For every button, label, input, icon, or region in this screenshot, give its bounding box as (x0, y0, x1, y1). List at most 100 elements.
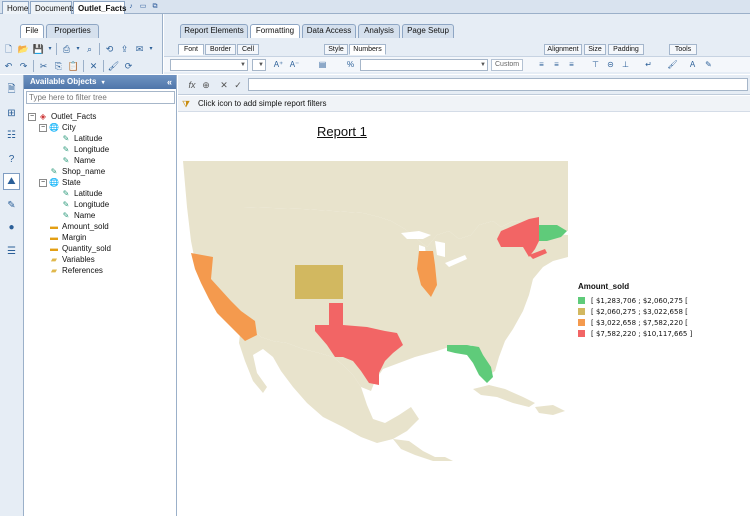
create-variable-icon[interactable]: ⊕ (200, 79, 212, 91)
copy-icon[interactable]: ⎘ (52, 60, 65, 73)
subtab-style[interactable]: Style (324, 44, 348, 55)
tab-file[interactable]: File (20, 24, 44, 38)
tree-node-outlet-facts[interactable]: − ◈ Outlet_Facts (28, 111, 96, 122)
web-service-icon[interactable]: ? (3, 151, 20, 168)
collapse-toggle-icon[interactable]: − (28, 112, 36, 121)
wrap-text-icon[interactable]: ↵ (642, 59, 655, 71)
style-picker-icon[interactable]: ▤ (316, 59, 329, 71)
font-family-select[interactable]: ▼ (170, 59, 248, 71)
validate-formula-icon[interactable]: ✓ (232, 79, 244, 91)
align-bottom-icon[interactable]: ⊥ (619, 59, 632, 71)
pin-icon[interactable]: ♪ (127, 3, 135, 11)
tab-home[interactable]: Home (2, 1, 29, 14)
report-title[interactable]: Report 1 (317, 124, 367, 139)
format-painter-icon[interactable]: 🖌 (107, 60, 120, 73)
input-controls-icon[interactable]: ☷ (3, 127, 20, 144)
panel-dropdown-icon[interactable]: ▾ (102, 80, 105, 86)
tree-node-margin[interactable]: ▬ Margin (49, 232, 86, 243)
cancel-formula-icon[interactable]: ✕ (218, 79, 230, 91)
find-icon[interactable]: ⌕ (83, 43, 96, 56)
custom-format-button[interactable]: Custom (491, 59, 524, 71)
open-icon[interactable]: 📂 (17, 43, 30, 56)
tree-node-references[interactable]: ▰ References (49, 265, 103, 276)
format-painter-icon[interactable]: 🖌 (666, 59, 679, 71)
track-changes-icon[interactable]: ⟲ (103, 43, 116, 56)
collapse-toggle-icon[interactable]: − (39, 178, 47, 187)
email-dropdown-icon[interactable]: ▾ (148, 43, 154, 56)
tab-properties[interactable]: Properties (46, 24, 99, 38)
add-filter-icon[interactable]: ⧩ (182, 98, 194, 110)
print-dropdown-icon[interactable]: ▾ (75, 43, 81, 56)
subtab-size[interactable]: Size (584, 44, 606, 55)
tab-data-access[interactable]: Data Access (302, 24, 356, 38)
tab-page-setup[interactable]: Page Setup (402, 24, 454, 38)
tree-node-state[interactable]: − 🌐 State (39, 177, 81, 188)
tree-label: Shop_name (62, 167, 106, 176)
tree-node-city-latitude[interactable]: ✎ Latitude (61, 133, 103, 144)
increase-font-icon[interactable]: A⁺ (272, 59, 285, 71)
new-document-icon[interactable]: 🗋 (2, 43, 15, 56)
subtab-numbers[interactable]: Numbers (349, 44, 386, 55)
tree-node-shop-name[interactable]: ✎ Shop_name (49, 166, 106, 177)
number-format-select[interactable]: ▼ (360, 59, 488, 71)
refresh-icon[interactable]: ⟳ (122, 60, 135, 73)
tree-node-variables[interactable]: ▰ Variables (49, 254, 95, 265)
save-icon[interactable]: 💾 (32, 43, 45, 56)
folder-icon: ▰ (50, 255, 58, 264)
tab-outlet-facts[interactable]: Outlet_Facts (73, 1, 126, 14)
align-top-icon[interactable]: ⊤ (589, 59, 602, 71)
percent-format-icon[interactable]: % (344, 59, 357, 71)
tree-node-state-latitude[interactable]: ✎ Latitude (61, 188, 103, 199)
paste-icon[interactable]: 📋 (67, 60, 80, 73)
restore-icon[interactable]: ⧉ (151, 3, 159, 11)
formula-editor-icon[interactable]: fx (186, 79, 198, 91)
tab-documents[interactable]: Documents (30, 1, 75, 14)
align-left-icon[interactable]: ≡ (535, 59, 548, 71)
align-right-icon[interactable]: ≡ (565, 59, 578, 71)
highlight-icon[interactable]: ✎ (702, 59, 715, 71)
tree-node-state-name[interactable]: ✎ Name (61, 210, 96, 221)
geo-map-chart[interactable] (183, 161, 573, 461)
undo-icon[interactable]: ↶ (2, 60, 15, 73)
document-summary-icon[interactable]: 🗎 (3, 81, 20, 98)
tree-node-city-longitude[interactable]: ✎ Longitude (61, 144, 110, 155)
tree-node-amount-sold[interactable]: ▬ Amount_sold (49, 221, 109, 232)
decrease-font-icon[interactable]: A⁻ (288, 59, 301, 71)
available-objects-icon[interactable]: ⛰ (3, 173, 20, 190)
font-size-select[interactable]: ▼ (252, 59, 266, 71)
tree-node-city[interactable]: − 🌐 City (39, 122, 76, 133)
cut-icon[interactable]: ✂ (37, 60, 50, 73)
tree-node-city-name[interactable]: ✎ Name (61, 155, 96, 166)
tree-node-quantity-sold[interactable]: ▬ Quantity_sold (49, 243, 111, 254)
subtab-font[interactable]: Font (178, 44, 204, 55)
formula-input[interactable] (248, 78, 748, 91)
collapse-panel-icon[interactable]: « (167, 75, 172, 89)
align-middle-icon[interactable]: ⊝ (604, 59, 617, 71)
minimize-icon[interactable]: ▭ (139, 3, 147, 11)
subtab-border[interactable]: Border (205, 44, 236, 55)
save-dropdown-icon[interactable]: ▾ (47, 43, 53, 56)
redo-icon[interactable]: ↷ (17, 60, 30, 73)
document-structure-icon[interactable]: ✎ (3, 197, 20, 214)
delete-icon[interactable]: ✕ (87, 60, 100, 73)
tab-analysis[interactable]: Analysis (358, 24, 400, 38)
comments-icon[interactable]: ☰ (3, 243, 20, 260)
subtab-alignment[interactable]: Alignment (544, 44, 582, 55)
tree-node-state-longitude[interactable]: ✎ Longitude (61, 199, 110, 210)
collapse-toggle-icon[interactable]: − (39, 123, 47, 132)
print-icon[interactable]: ⎙ (60, 43, 73, 56)
tab-formatting[interactable]: Formatting (250, 24, 300, 38)
align-center-icon[interactable]: ≡ (550, 59, 563, 71)
email-icon[interactable]: ✉ (133, 43, 146, 56)
report-filter-bar[interactable]: ⧩ Click icon to add simple report filter… (178, 96, 750, 112)
text-color-icon[interactable]: A (686, 59, 699, 71)
export-icon[interactable]: ⇪ (118, 43, 131, 56)
tab-report-elements[interactable]: Report Elements (180, 24, 248, 38)
state-colorado[interactable] (295, 265, 343, 299)
data-icon[interactable]: ● (3, 219, 20, 236)
navigation-map-icon[interactable]: ⊞ (3, 105, 20, 122)
filter-tree-input[interactable] (26, 91, 175, 104)
subtab-tools[interactable]: Tools (669, 44, 697, 55)
subtab-padding[interactable]: Padding (608, 44, 644, 55)
subtab-cell[interactable]: Cell (237, 44, 259, 55)
